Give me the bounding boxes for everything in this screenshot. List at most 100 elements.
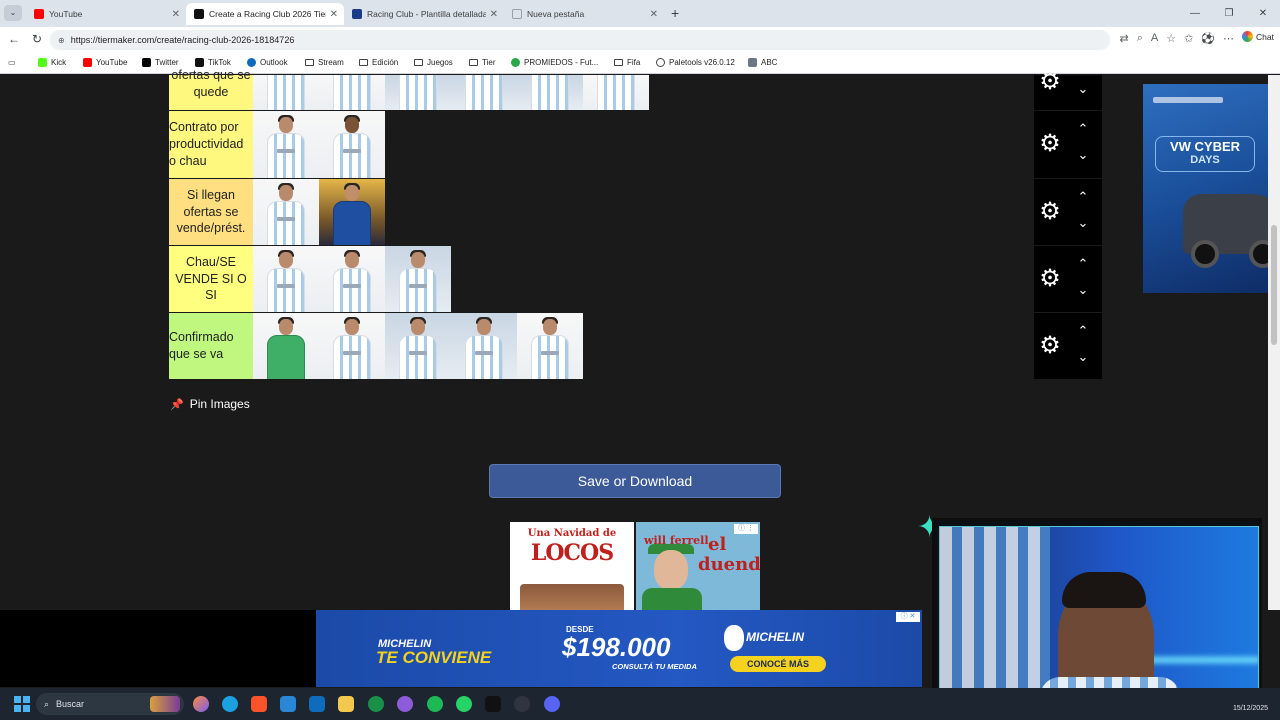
bookmark-tiktok[interactable]: TikTok <box>195 58 231 67</box>
translate-icon[interactable]: ⇄ <box>1119 32 1128 45</box>
ad-choices-icon[interactable]: ⓘ ⋮ <box>734 524 758 534</box>
url-field[interactable]: ⊕ https://tiermaker.com/create/racing-cl… <box>50 30 1110 50</box>
teams-icon[interactable] <box>280 696 296 712</box>
twitch-icon[interactable] <box>397 696 413 712</box>
close-icon[interactable]: ✕ <box>330 9 338 20</box>
brave-icon[interactable] <box>251 696 267 712</box>
chrome-icon[interactable] <box>368 696 384 712</box>
player-card[interactable] <box>253 75 319 110</box>
michelin-banner-ad[interactable]: MICHELIN TE CONVIENE DESDE $198.000 CONS… <box>316 610 922 687</box>
bookmark-folder-tier[interactable]: Tier <box>469 58 495 67</box>
edge-icon[interactable] <box>222 696 238 712</box>
copilot-icon[interactable] <box>193 696 209 712</box>
menu-dots-icon[interactable]: ⋯ <box>1223 32 1234 45</box>
player-card[interactable] <box>517 75 583 110</box>
outlook-icon[interactable] <box>309 696 325 712</box>
player-card[interactable] <box>451 313 517 379</box>
close-icon[interactable]: ✕ <box>650 9 658 20</box>
move-down-icon[interactable]: ⌄ <box>1074 349 1092 365</box>
bookmark-youtube[interactable]: YouTube <box>83 58 127 67</box>
move-up-icon[interactable]: ⌃ <box>1074 121 1092 137</box>
player-card[interactable] <box>451 75 517 110</box>
discord-icon[interactable] <box>544 696 560 712</box>
player-card[interactable] <box>319 313 385 379</box>
player-card[interactable] <box>253 313 319 379</box>
player-card[interactable] <box>319 111 385 178</box>
scrollbar-thumb[interactable] <box>1271 225 1277 345</box>
obs-icon[interactable] <box>514 696 530 712</box>
player-card[interactable] <box>583 75 649 110</box>
player-card[interactable] <box>253 179 319 245</box>
tier-label[interactable]: Chau/SE VENDE SI O SI <box>169 246 253 312</box>
player-card[interactable] <box>319 179 385 245</box>
page-scrollbar[interactable] <box>1268 75 1280 610</box>
bookmark-folder-juegos[interactable]: Juegos <box>414 58 453 67</box>
player-card[interactable] <box>319 75 385 110</box>
maximize-icon[interactable]: ❐ <box>1212 0 1246 27</box>
bookmark-folder-stream[interactable]: Stream <box>305 58 344 67</box>
close-window-icon[interactable]: ✕ <box>1246 0 1280 27</box>
move-down-icon[interactable]: ⌄ <box>1074 215 1092 231</box>
gear-icon[interactable]: ⚙ <box>1039 334 1061 358</box>
move-down-icon[interactable]: ⌄ <box>1074 147 1092 163</box>
bookmark-twitter[interactable]: Twitter <box>142 58 179 67</box>
read-aloud-icon[interactable]: A <box>1151 32 1158 45</box>
gear-icon[interactable]: ⚙ <box>1039 267 1061 291</box>
ad-choices-icon[interactable]: ⓘ ✕ <box>896 612 920 622</box>
widgets-icon[interactable] <box>150 696 180 712</box>
close-icon[interactable]: ✕ <box>490 9 498 20</box>
back-icon[interactable]: ← <box>8 32 20 46</box>
vw-side-ad[interactable]: VW CYBER DAYS <box>1143 84 1268 293</box>
capcut-icon[interactable] <box>485 696 501 712</box>
save-or-download-button[interactable]: Save or Download <box>489 464 781 498</box>
new-tab-button[interactable]: + <box>671 5 679 21</box>
bookmark-outlook[interactable]: Outlook <box>247 58 288 67</box>
file-explorer-icon[interactable] <box>338 696 354 712</box>
tab-list-button[interactable]: ⌄ <box>4 5 22 21</box>
gear-icon[interactable]: ⚙ <box>1039 200 1061 224</box>
tab-youtube[interactable]: YouTube ✕ <box>26 3 186 25</box>
player-card[interactable] <box>319 246 385 312</box>
bookmark-abc[interactable]: ABC <box>748 58 777 67</box>
site-info-icon[interactable]: ⊕ <box>58 36 65 45</box>
movie-ad[interactable]: Una Navidad de LOCOS will ferrell el due… <box>510 522 760 610</box>
move-up-icon[interactable]: ⌃ <box>1074 256 1092 272</box>
copilot-chat-button[interactable]: Chat <box>1242 31 1274 42</box>
tab-racing-plantilla[interactable]: Racing Club - Plantilla detallada 2026 ✕ <box>344 3 504 25</box>
conoce-mas-button[interactable]: CONOCÉ MÁS <box>730 656 826 672</box>
move-up-icon[interactable]: ⌃ <box>1074 323 1092 339</box>
tab-new-tab[interactable]: Nueva pestaña ✕ <box>504 3 664 25</box>
tier-label[interactable]: Confirmado que se va <box>169 313 253 379</box>
minimize-icon[interactable]: — <box>1178 0 1212 27</box>
player-card[interactable] <box>385 313 451 379</box>
player-card[interactable] <box>253 111 319 178</box>
tab-tiermaker[interactable]: Create a Racing Club 2026 Tier List ✕ <box>186 3 344 25</box>
windows-start-icon[interactable] <box>14 696 30 712</box>
poster-el-duende[interactable]: will ferrell el duende <box>636 522 760 610</box>
bookmark-kick[interactable]: Kick <box>38 58 66 67</box>
move-down-icon[interactable]: ⌄ <box>1074 81 1092 97</box>
move-up-icon[interactable]: ⌃ <box>1074 189 1092 205</box>
favorites-icon[interactable]: ✩ <box>1184 32 1193 45</box>
bookmark-folder-fifa[interactable]: Fifa <box>614 58 640 67</box>
player-card[interactable] <box>385 75 451 110</box>
player-card[interactable] <box>385 246 451 312</box>
move-down-icon[interactable]: ⌄ <box>1074 282 1092 298</box>
tier-label[interactable]: Si llegan ofertas se vende/prést. <box>169 179 253 245</box>
sidebar-toggle-icon[interactable]: ▭ <box>8 58 16 67</box>
bookmark-promiedos[interactable]: PROMIEDOS - Fut... <box>511 58 598 67</box>
extension-icon[interactable]: ⚽ <box>1201 32 1215 45</box>
tier-label[interactable]: Contrato por productividad o chau <box>169 111 253 178</box>
player-card[interactable] <box>253 246 319 312</box>
favorite-star-icon[interactable]: ☆ <box>1166 32 1176 45</box>
gear-icon[interactable]: ⚙ <box>1039 132 1061 156</box>
reload-icon[interactable]: ↻ <box>32 32 42 46</box>
poster-una-navidad-de-locos[interactable]: Una Navidad de LOCOS <box>510 522 634 610</box>
spotify-icon[interactable] <box>427 696 443 712</box>
gear-icon[interactable]: ⚙ <box>1039 70 1061 94</box>
player-card[interactable] <box>517 313 583 379</box>
zoom-icon[interactable]: ⌕ <box>1137 32 1143 45</box>
bookmark-paletools[interactable]: Paletools v26.0.12 <box>656 58 735 67</box>
tier-label[interactable]: ofertas que se quede <box>169 68 253 110</box>
close-icon[interactable]: ✕ <box>172 9 180 20</box>
